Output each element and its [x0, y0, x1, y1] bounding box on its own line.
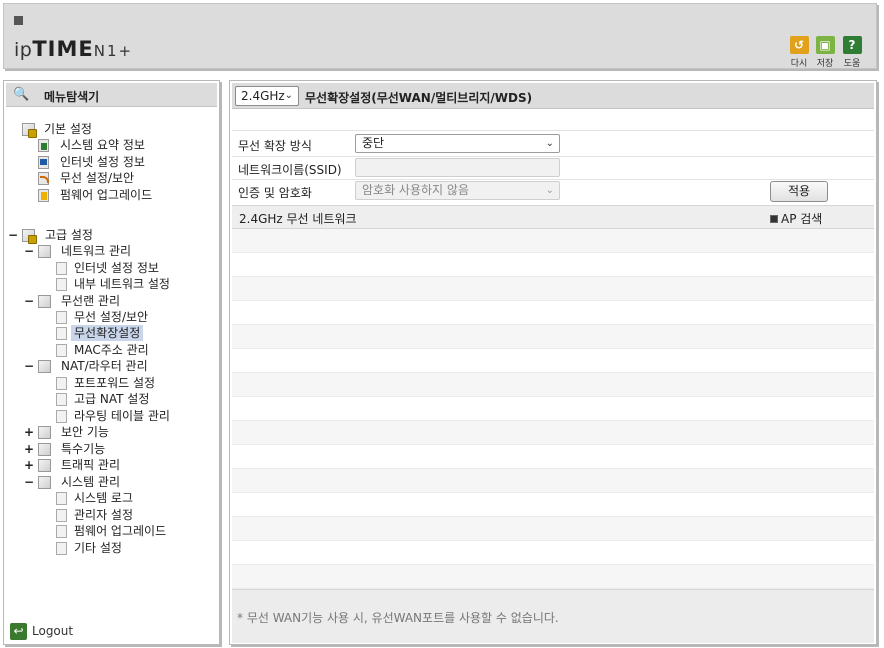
ssid-label: 네트워크이름(SSID)	[238, 163, 342, 177]
menu-navigator: 🔍 메뉴탐색기 기본 설정 시스템 요약 정보 인터넷 설정 정보 무선 설정/…	[3, 80, 220, 645]
expand-toggle[interactable]: +	[24, 441, 34, 457]
collapse-toggle[interactable]: −	[24, 474, 34, 490]
list-row	[232, 349, 874, 373]
band-select[interactable]: 2.4GHz ⌄	[235, 86, 299, 106]
chevron-down-icon: ⌄	[545, 138, 554, 149]
page-icon	[56, 327, 67, 340]
wireless-network-list	[232, 229, 874, 589]
network-folder-icon	[38, 245, 51, 258]
menu-navigator-title: 메뉴탐색기	[44, 90, 100, 104]
selected-menu-item: 무선확장설정	[71, 325, 144, 341]
nat-folder-icon	[38, 360, 51, 373]
divider	[232, 179, 874, 180]
list-row	[232, 301, 874, 325]
system-chart-icon	[38, 139, 49, 152]
extension-mode-select[interactable]: 중단 ⌄	[355, 134, 560, 153]
help-icon: ?	[842, 36, 862, 54]
undo-icon: ↺	[789, 36, 809, 54]
footer-note: * 무선 WAN기능 사용 시, 유선WAN포트를 사용할 수 없습니다.	[232, 589, 874, 643]
monitor-icon	[38, 156, 49, 169]
save-icon: ▣	[815, 36, 835, 54]
list-row	[232, 373, 874, 397]
expand-toggle[interactable]: +	[24, 424, 34, 440]
list-row	[232, 445, 874, 469]
list-row	[232, 493, 874, 517]
chevron-down-icon: ⌄	[284, 90, 293, 101]
list-row	[232, 325, 874, 349]
window-square-icon	[14, 16, 23, 25]
list-row	[232, 517, 874, 541]
page-icon	[56, 410, 67, 423]
wireless-network-list-header: 2.4GHz 무선 네트워크 AP 검색	[232, 205, 874, 229]
wan-warning-text: * 무선 WAN기능 사용 시, 유선WAN포트를 사용할 수 없습니다.	[237, 611, 559, 625]
expand-toggle[interactable]: +	[24, 457, 34, 473]
save-label: 저장	[816, 59, 834, 69]
page-title: 무선확장설정(무선WAN/멀티브리지/WDS)	[305, 91, 533, 105]
header-bar: ipTIMEN1+ ↺ 다시 ▣ 저장 ? 도움	[3, 3, 877, 69]
logout-label: Logout	[32, 624, 74, 638]
page-icon	[56, 542, 67, 555]
auth-encryption-select[interactable]: 암호화 사용하지 않음 ⌄	[355, 181, 560, 200]
collapse-toggle[interactable]: −	[24, 358, 34, 374]
list-row	[232, 229, 874, 253]
apply-button[interactable]: 적용	[770, 181, 828, 202]
extension-mode-value: 중단	[362, 136, 385, 150]
page-icon	[56, 344, 67, 357]
help-button[interactable]: ? 도움	[840, 36, 864, 69]
divider	[232, 130, 874, 131]
folder-icon	[22, 229, 37, 244]
system-folder-icon	[38, 476, 51, 489]
list-row	[232, 253, 874, 277]
page-icon	[56, 525, 67, 538]
page-icon	[56, 393, 67, 406]
page-icon	[56, 262, 67, 275]
collapse-toggle[interactable]: −	[24, 293, 34, 309]
list-row	[232, 541, 874, 565]
page-icon	[56, 492, 67, 505]
firmware-icon	[38, 189, 49, 202]
main-panel: 2.4GHz ⌄ 무선확장설정(무선WAN/멀티브리지/WDS) 무선 확장 방…	[229, 80, 877, 645]
main-header: 2.4GHz ⌄ 무선확장설정(무선WAN/멀티브리지/WDS)	[232, 83, 874, 109]
ap-scan-button[interactable]: AP 검색	[770, 210, 822, 227]
ssid-input[interactable]	[355, 158, 560, 177]
menu-navigator-header: 🔍 메뉴탐색기	[6, 83, 217, 107]
collapse-toggle[interactable]: −	[8, 227, 18, 243]
divider	[232, 156, 874, 157]
list-row	[232, 565, 874, 589]
page-icon	[56, 509, 67, 522]
undo-button[interactable]: ↺ 다시	[787, 36, 811, 69]
list-row	[232, 277, 874, 301]
special-folder-icon	[38, 443, 51, 456]
save-button[interactable]: ▣ 저장	[813, 36, 837, 69]
scan-icon	[770, 215, 778, 223]
auth-encryption-value: 암호화 사용하지 않음	[362, 183, 469, 197]
wireless-icon	[38, 172, 49, 185]
lock-folder-icon	[38, 426, 51, 439]
wireless-folder-icon	[38, 295, 51, 308]
collapse-toggle[interactable]: −	[24, 243, 34, 259]
logout-icon: ↩	[10, 623, 27, 640]
band-value: 2.4GHz	[241, 89, 285, 103]
wireless-network-list-title: 2.4GHz 무선 네트워크	[239, 212, 357, 226]
list-row	[232, 469, 874, 493]
iptime-logo: ipTIMEN1+	[14, 37, 134, 61]
magnifier-icon: 🔍	[13, 87, 30, 102]
mode-label: 무선 확장 방식	[238, 139, 312, 153]
list-row	[232, 397, 874, 421]
auth-label: 인증 및 암호화	[238, 186, 312, 200]
tree-basic-settings-label: 기본 설정	[44, 122, 92, 136]
page-icon	[56, 278, 67, 291]
ap-scan-label: AP 검색	[781, 212, 823, 226]
help-label: 도움	[843, 59, 861, 69]
traffic-folder-icon	[38, 459, 51, 472]
page-icon	[56, 377, 67, 390]
folder-icon	[22, 123, 37, 138]
chevron-down-icon: ⌄	[545, 185, 554, 196]
list-row	[232, 421, 874, 445]
page-icon	[56, 311, 67, 324]
undo-label: 다시	[790, 59, 808, 69]
